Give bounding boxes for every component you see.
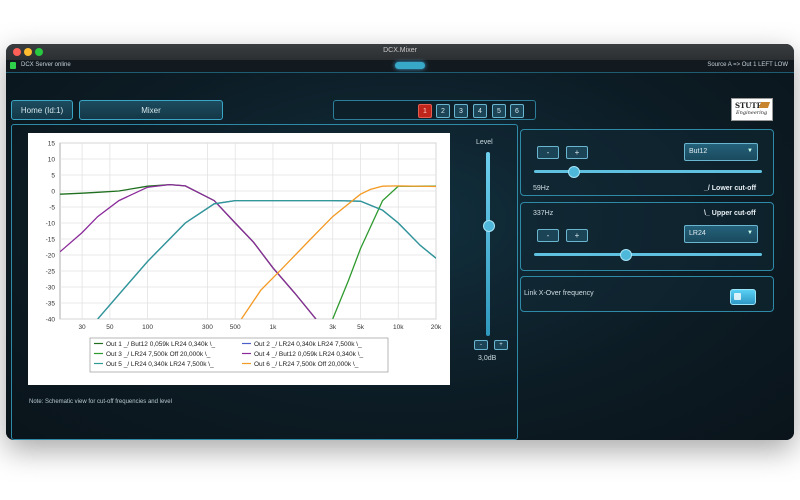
- y-tick-label: -40: [46, 317, 56, 324]
- y-tick-label: -10: [46, 221, 56, 228]
- logo-line-2: Engineering: [736, 110, 768, 116]
- lower-decrease-button[interactable]: -: [537, 146, 559, 159]
- output-button-5[interactable]: 5: [492, 104, 506, 118]
- lower-increase-button[interactable]: +: [566, 146, 588, 159]
- upper-filter-dropdown[interactable]: LR24 ▼: [684, 225, 758, 243]
- level-slider-track[interactable]: [486, 152, 490, 336]
- logo-mark-icon: [758, 102, 771, 108]
- y-tick-label: 5: [51, 173, 55, 180]
- status-bar: DCX Server online Source A => Out 1 LEFT…: [6, 60, 794, 72]
- x-tick-label: 3k: [329, 324, 337, 331]
- legend-label: Out 6 _/ LR24 7,500k Off 20,000k \_: [254, 361, 359, 368]
- chevron-down-icon: ▼: [747, 230, 753, 236]
- window-title: DCX.Mixer: [383, 47, 417, 54]
- chevron-down-icon: ▼: [747, 148, 753, 154]
- upper-frequency-value: 337Hz: [533, 210, 554, 217]
- lower-frequency-value: 59Hz: [533, 185, 550, 192]
- upper-frequency-slider[interactable]: [534, 253, 762, 256]
- legend-label: Out 5 _/ LR24 0,340k LR24 7,500k \_: [106, 361, 214, 368]
- output-selector: 1 2 3 4 5 6: [333, 100, 536, 120]
- output-button-3[interactable]: 3: [454, 104, 468, 118]
- routing-status-text: Source A => Out 1 LEFT LOW: [707, 62, 788, 68]
- level-decrease-button[interactable]: -: [474, 340, 488, 350]
- mixer-content: Home (Id:1) Mixer 1 2 3 4 5 6 STUTE Engi…: [6, 73, 794, 440]
- link-toggle[interactable]: [730, 289, 756, 305]
- y-tick-label: -25: [46, 269, 56, 276]
- app-window: DCX.Mixer DCX Server online Source A => …: [6, 44, 794, 440]
- legend-label: Out 4 _/ But12 0,059k LR24 0,340k \_: [254, 351, 364, 358]
- home-button[interactable]: Home (Id:1): [11, 100, 73, 120]
- level-increase-button[interactable]: +: [494, 340, 508, 350]
- x-tick-label: 5k: [357, 324, 365, 331]
- y-tick-label: 0: [51, 189, 55, 196]
- y-tick-label: -5: [49, 205, 55, 212]
- brand-logo: STUTE Engineering: [731, 98, 773, 121]
- y-tick-label: 10: [48, 157, 56, 164]
- level-slider-thumb[interactable]: [483, 220, 495, 232]
- output-button-1[interactable]: 1: [418, 104, 432, 118]
- level-value: 3,0dB: [478, 355, 497, 362]
- output-button-6[interactable]: 6: [510, 104, 524, 118]
- toolbar-toggle-handle[interactable]: [395, 62, 425, 69]
- online-status-icon: [10, 62, 16, 69]
- x-tick-label: 30: [78, 324, 86, 331]
- level-label: Level: [476, 139, 493, 146]
- logo-line-1: STUTE: [735, 101, 762, 110]
- y-tick-label: -35: [46, 301, 56, 308]
- upper-increase-button[interactable]: +: [566, 229, 588, 242]
- toggle-knob: [734, 293, 741, 300]
- y-tick-label: -20: [46, 253, 56, 260]
- output-button-4[interactable]: 4: [473, 104, 487, 118]
- link-label: Link X-Over frequency: [524, 290, 594, 297]
- y-tick-label: -30: [46, 285, 56, 292]
- legend-label: Out 1 _/ But12 0,059k LR24 0,340k \_: [106, 341, 216, 348]
- x-tick-label: 100: [142, 324, 153, 331]
- y-tick-label: 15: [48, 141, 56, 148]
- output-button-2[interactable]: 2: [436, 104, 450, 118]
- plot-area: [59, 142, 437, 320]
- x-tick-label: 500: [230, 324, 241, 331]
- legend-label: Out 3 _/ LR24 7,500k Off 20,000k \_: [106, 351, 211, 358]
- legend-label: Out 2 _/ LR24 0,340k LR24 7,500k \_: [254, 341, 362, 348]
- x-tick-label: 20k: [431, 324, 442, 331]
- lower-filter-dropdown[interactable]: But12 ▼: [684, 143, 758, 161]
- mixer-button[interactable]: Mixer: [79, 100, 223, 120]
- upper-filter-value: LR24: [689, 230, 706, 237]
- title-bar: DCX.Mixer: [6, 44, 794, 61]
- upper-cutoff-title: \_ Upper cut-off: [704, 210, 756, 217]
- schematic-note: Note: Schematic view for cut-off frequen…: [29, 399, 172, 405]
- lower-filter-value: But12: [689, 148, 708, 155]
- server-status-text: DCX Server online: [21, 62, 71, 68]
- lower-cutoff-title: _/ Lower cut-off: [704, 185, 757, 192]
- x-tick-label: 50: [106, 324, 114, 331]
- upper-frequency-thumb[interactable]: [620, 249, 632, 261]
- x-tick-label: 300: [202, 324, 213, 331]
- y-tick-label: -15: [46, 237, 56, 244]
- upper-decrease-button[interactable]: -: [537, 229, 559, 242]
- chart-svg: 151050-5-10-15-20-25-30-35-4030 50 100 300 5…: [46, 141, 442, 373]
- x-tick-label: 10k: [393, 324, 404, 331]
- x-tick-label: 1k: [270, 324, 278, 331]
- lower-frequency-thumb[interactable]: [568, 166, 580, 178]
- frequency-response-chart: 15 10 5 0 -5 -10 -15 -20 -25 -30 -35 -40 30 50 100 300 5…: [28, 133, 450, 385]
